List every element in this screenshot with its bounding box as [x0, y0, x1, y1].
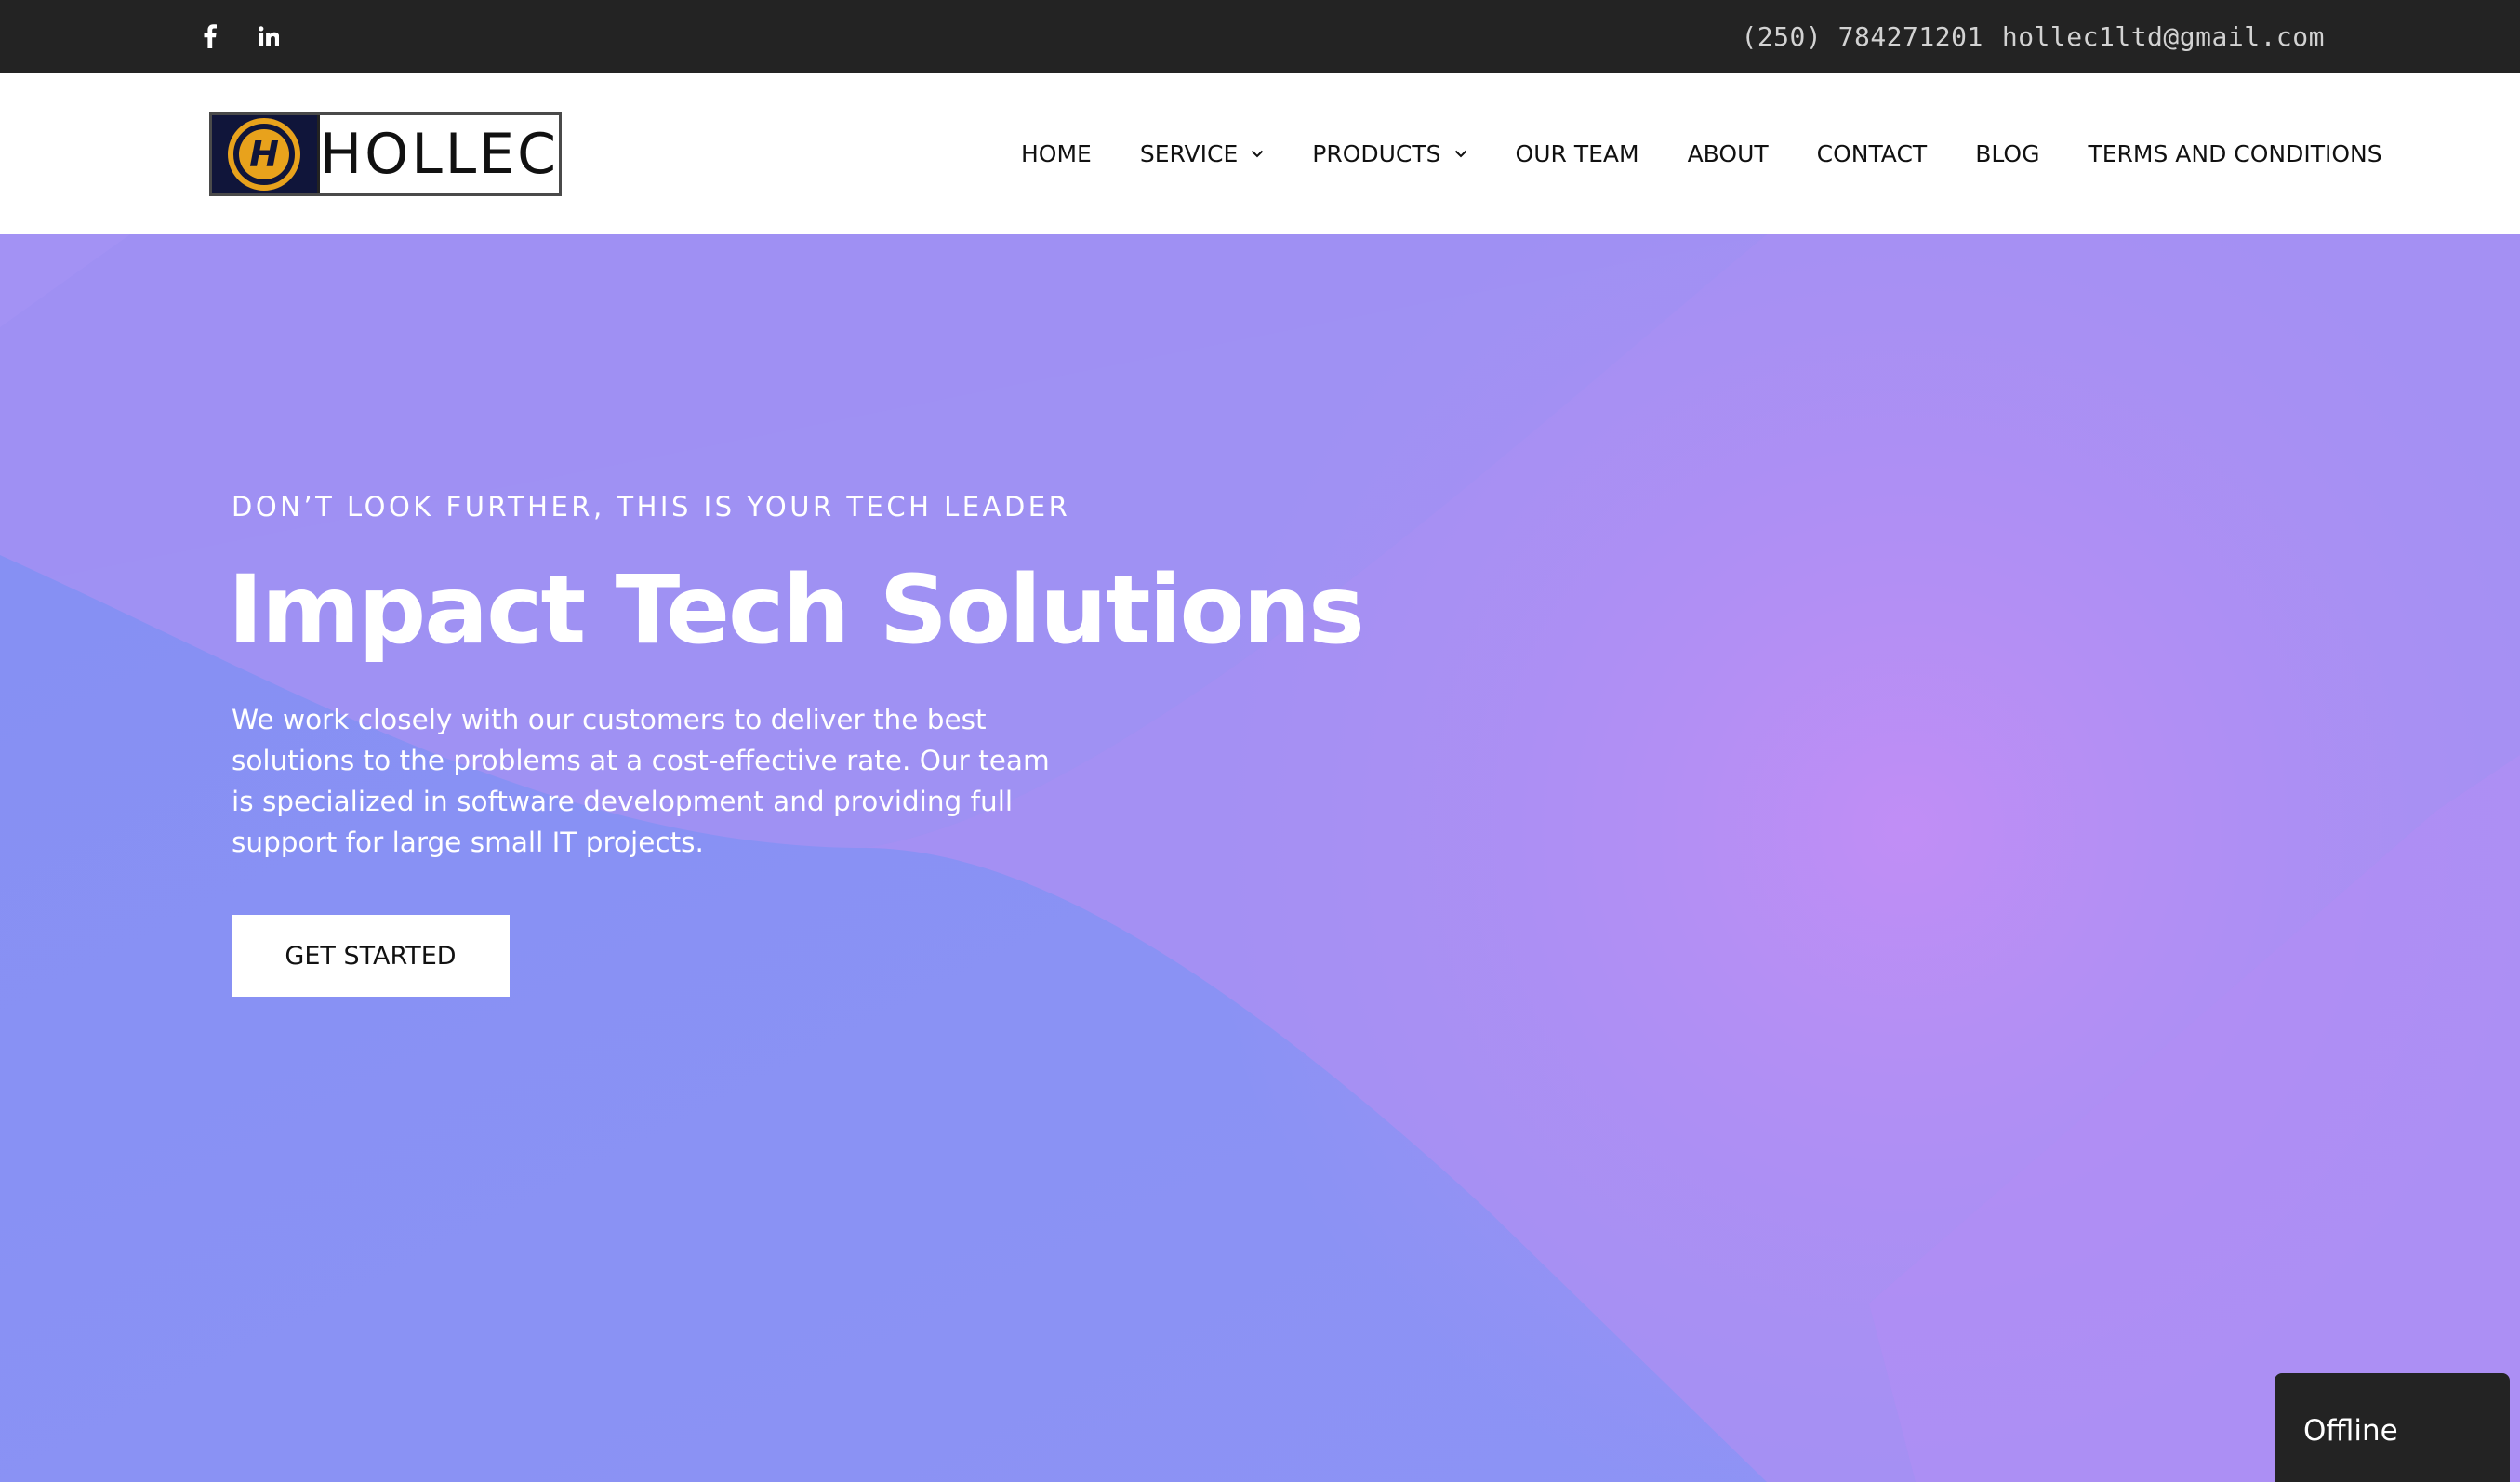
nav-label: OUR TEAM [1515, 139, 1639, 167]
nav-label: SERVICE [1139, 139, 1239, 167]
nav-home[interactable]: HOME [1021, 140, 1092, 167]
hero-description: We work closely with our customers to de… [232, 704, 1050, 858]
nav-about[interactable]: ABOUT [1688, 140, 1769, 167]
nav-label: CONTACT [1816, 139, 1928, 167]
logo-mark-letter: H [250, 134, 280, 175]
site-header: H HOLLEC HOME SERVICE PRODUCTS OUR TEAM … [0, 73, 2520, 234]
nav-label: BLOG [1975, 139, 2040, 167]
hero-title: Impact Tech Solutions [228, 555, 1365, 666]
chat-widget[interactable]: Offline [2275, 1373, 2510, 1482]
nav-service[interactable]: SERVICE [1140, 140, 1264, 167]
nav-label: PRODUCTS [1312, 139, 1441, 167]
nav-contact[interactable]: CONTACT [1817, 140, 1928, 167]
nav-our-team[interactable]: OUR TEAM [1516, 140, 1639, 167]
site-logo[interactable]: H HOLLEC [209, 112, 562, 196]
hero-eyebrow: DON’T LOOK FURTHER, THIS IS YOUR TECH LE… [232, 491, 1071, 523]
contact-info: (250) 784271201 hollec1ltd@gmail.com [1741, 0, 2325, 73]
top-bar: (250) 784271201 hollec1ltd@gmail.com [0, 0, 2520, 73]
chat-status: Offline [2303, 1414, 2398, 1448]
chevron-down-icon [1454, 150, 1467, 158]
main-nav: HOME SERVICE PRODUCTS OUR TEAM ABOUT CON… [1021, 73, 2382, 234]
hero-section: DON’T LOOK FURTHER, THIS IS YOUR TECH LE… [0, 234, 2520, 1482]
logo-wordmark: HOLLEC [316, 115, 559, 193]
phone-number[interactable]: (250) 784271201 [1741, 21, 1983, 52]
chevron-down-icon [1251, 150, 1264, 158]
email-address[interactable]: hollec1ltd@gmail.com [2002, 21, 2325, 52]
get-started-button[interactable]: GET STARTED [232, 915, 510, 997]
nav-blog[interactable]: BLOG [1975, 140, 2039, 167]
facebook-icon[interactable] [197, 0, 223, 73]
linkedin-icon[interactable] [255, 0, 283, 73]
nav-label: TERMS AND CONDITIONS [2088, 139, 2382, 167]
nav-terms[interactable]: TERMS AND CONDITIONS [2088, 140, 2381, 167]
logo-emblem: H [212, 115, 317, 193]
nav-label: ABOUT [1687, 139, 1769, 167]
nav-label: HOME [1021, 139, 1092, 167]
nav-products[interactable]: PRODUCTS [1312, 140, 1466, 167]
